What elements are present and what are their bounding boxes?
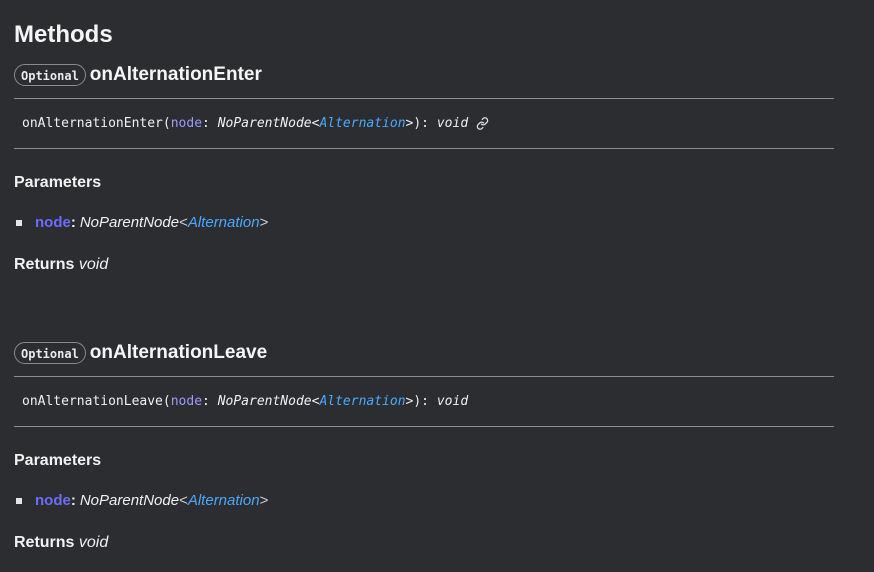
signature-generic-link[interactable]: Alternation (319, 116, 405, 131)
signature-type: NoParentNode (217, 116, 312, 131)
method-header: Optional onAlternationLeave (14, 338, 834, 368)
signature-paren: ( (162, 394, 171, 409)
signature-return: void (436, 394, 469, 409)
parameter-type: NoParentNode (79, 492, 180, 509)
method-onalternationleave: Optional onAlternationLeave onAlternatio… (14, 338, 834, 553)
returns: Returns void (14, 255, 834, 275)
returns: Returns void (14, 533, 834, 553)
parameter-name: node (35, 214, 71, 231)
signature-gt: > (405, 394, 414, 409)
section-title: Methods (14, 21, 113, 48)
method-onalternationenter: Optional onAlternationEnter onAlternatio… (14, 60, 834, 275)
method-name[interactable]: onAlternationLeave (90, 342, 267, 364)
returns-label: Returns (14, 534, 75, 551)
list-item: node: NoParentNode < Alternation > (14, 491, 834, 511)
optional-badge: Optional (14, 64, 86, 86)
signature-function: onAlternationEnter (22, 116, 163, 131)
signature-function: onAlternationLeave (22, 394, 163, 409)
parameter-list: node: NoParentNode < Alternation > (14, 491, 834, 511)
parameter-colon: : (70, 214, 76, 231)
signature-generic-link[interactable]: Alternation (319, 394, 405, 409)
parameter-lt: < (179, 492, 188, 509)
signature-colon: : (202, 394, 218, 409)
returns-type: void (78, 534, 109, 551)
signature-paren: ( (162, 116, 171, 131)
page: Methods Optional onAlternationEnter onAl… (0, 0, 874, 572)
parameter-generic-link[interactable]: Alternation (188, 491, 260, 511)
signature-gt: > (405, 116, 414, 131)
signature-return: void (436, 116, 469, 131)
link-icon[interactable] (476, 117, 489, 130)
signature-colon: : (202, 116, 218, 131)
parameter-gt: > (259, 214, 269, 231)
signature-type: NoParentNode (217, 394, 312, 409)
signature-param: node (170, 394, 203, 409)
parameter-list: node: NoParentNode < Alternation > (14, 213, 834, 233)
parameter-lt: < (179, 214, 188, 231)
bullet-icon (16, 220, 22, 226)
parameter-gt: > (259, 492, 269, 509)
list-item: node: NoParentNode < Alternation > (14, 213, 834, 233)
parameter-type: NoParentNode (79, 214, 180, 231)
returns-label: Returns (14, 256, 75, 273)
method-signature: onAlternationLeave(node: NoParentNode < Al… (14, 376, 834, 427)
parameter-name: node (35, 492, 71, 509)
parameter-generic-link[interactable]: Alternation (188, 213, 260, 233)
bullet-icon (16, 498, 22, 504)
optional-badge: Optional (14, 342, 86, 364)
parameter-colon: : (70, 492, 76, 509)
parameters-heading: Parameters (14, 174, 102, 191)
parameters-heading: Parameters (14, 452, 102, 469)
method-header: Optional onAlternationEnter (14, 60, 834, 90)
method-name[interactable]: onAlternationEnter (90, 64, 262, 86)
signature-close: ): (413, 394, 437, 409)
signature-param: node (170, 116, 203, 131)
returns-type: void (78, 256, 109, 273)
signature-close: ): (413, 116, 437, 131)
method-signature: onAlternationEnter(node: NoParentNode < Al… (14, 98, 834, 149)
